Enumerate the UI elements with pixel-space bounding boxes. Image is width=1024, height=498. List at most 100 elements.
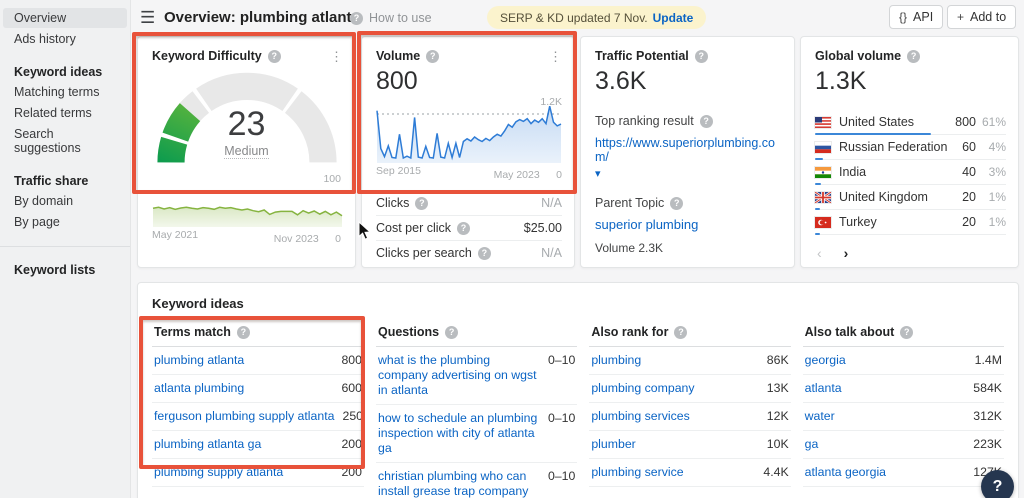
keyword-link[interactable]: ga (805, 437, 819, 452)
keyword-row: ferguson plumbing supply atlanta 250 (152, 403, 364, 431)
traffic-potential-title: Traffic Potential (595, 49, 689, 63)
keyword-volume: 200 (341, 465, 362, 479)
keyword-link[interactable]: georgia (805, 353, 846, 368)
help-circle-icon[interactable]: ? (457, 222, 470, 235)
keyword-link[interactable]: plumbing supply atlanta (154, 465, 283, 480)
sidebar-item-matching-terms[interactable]: Matching terms (0, 82, 130, 102)
keyword-ideas-title: Keyword ideas (152, 296, 1004, 311)
also-rank-for-title: Also rank for (591, 325, 668, 339)
also-talk-about-title: Also talk about (805, 325, 895, 339)
help-circle-icon[interactable]: ? (426, 50, 439, 63)
help-circle-icon[interactable]: ? (478, 247, 491, 260)
keyword-link[interactable]: plumbing atlanta ga (154, 437, 261, 452)
country-name: Russian Federation (839, 140, 947, 154)
sidebar-item-overview[interactable]: Overview (3, 8, 127, 28)
parent-topic-link[interactable]: superior plumbing (595, 217, 698, 232)
uk-flag-icon (815, 192, 831, 203)
help-circle-icon[interactable]: ? (415, 197, 428, 210)
sidebar-item-by-domain[interactable]: By domain (0, 191, 130, 211)
plus-icon: + (957, 10, 964, 24)
sidebar-item-ads-history[interactable]: Ads history (0, 29, 130, 49)
view-all-also-rank-for[interactable]: View all 1,101 › (589, 487, 790, 498)
view-all-also-talk-about[interactable]: View all 170 › (803, 487, 1004, 498)
help-circle-icon[interactable]: ? (237, 326, 250, 339)
keyword-link[interactable]: atlanta plumbing (154, 381, 244, 396)
view-all-terms-match[interactable]: View all 937 › (152, 487, 364, 498)
help-circle-icon[interactable]: ? (268, 50, 281, 63)
kd-history-x-end: Nov 2023 (274, 233, 319, 245)
add-to-button-label: Add to (970, 10, 1006, 24)
india-flag-icon (815, 167, 831, 178)
sidebar-item-related-terms[interactable]: Related terms (0, 103, 130, 123)
kebab-menu-icon[interactable]: ⋮ (549, 51, 562, 62)
top-ranking-result-link[interactable]: https://www.superiorplumbing.com/ (595, 136, 780, 164)
country-row-united-states: United States 800 61% (815, 110, 1006, 135)
help-circle-icon[interactable]: ? (695, 50, 708, 63)
keyword-link[interactable]: atlanta (805, 381, 842, 396)
keyword-link[interactable]: plumbing service (591, 465, 683, 480)
keyword-row: atlanta plumbing 600 (152, 375, 364, 403)
sidebar-divider (0, 246, 130, 247)
keyword-volume: 250 (342, 409, 363, 423)
help-circle-icon[interactable]: ? (445, 326, 458, 339)
serp-update-text: SERP & KD updated 7 Nov. (500, 11, 648, 25)
clicks-metric-row: Clicks ? N/A (376, 190, 562, 215)
keyword-link[interactable]: water (805, 409, 835, 424)
how-to-use-link[interactable]: ? How to use (344, 11, 432, 25)
country-name: United Kingdom (839, 190, 928, 204)
add-to-button[interactable]: + Add to (947, 5, 1016, 29)
sidebar: Overview Ads history Keyword ideas Match… (0, 0, 131, 498)
help-circle-icon[interactable]: ? (674, 326, 687, 339)
global-volume-card: Global volume ? 1.3K United States 800 6… (800, 36, 1019, 268)
keyword-row: plumbing service 4.4K (589, 459, 790, 487)
country-row-india: India 40 3% (815, 160, 1006, 185)
update-link[interactable]: Update (653, 11, 694, 25)
menu-hamburger-icon[interactable]: ☰ (140, 8, 155, 28)
how-to-use-label: How to use (369, 11, 432, 25)
keyword-link[interactable]: ferguson plumbing supply atlanta (154, 409, 334, 424)
kebab-menu-icon[interactable]: ⋮ (330, 51, 343, 62)
keyword-volume: 312K (973, 409, 1002, 423)
keyword-row: water 312K (803, 403, 1004, 431)
also-rank-for-column: Also rank for ? plumbing 86K plumbing co… (589, 323, 790, 498)
parent-topic-label: Parent Topic (595, 196, 664, 210)
api-button[interactable]: {} API (889, 5, 943, 29)
help-circle-icon[interactable]: ? (700, 115, 713, 128)
traffic-potential-value: 3.6K (595, 67, 780, 96)
country-volume: 20 (962, 215, 976, 229)
keyword-row: christian plumbing who can install greas… (376, 463, 577, 498)
clicks-value: N/A (541, 196, 562, 210)
sidebar-item-by-page[interactable]: By page (0, 212, 130, 232)
pager-next-icon[interactable]: › (844, 245, 849, 261)
keyword-link[interactable]: christian plumbing who can install greas… (378, 469, 540, 498)
serp-update-badge: SERP & KD updated 7 Nov. Update (487, 6, 706, 29)
keyword-link[interactable]: plumbing services (591, 409, 689, 424)
volume-history-chart (376, 98, 562, 164)
pager-prev-icon[interactable]: ‹ (817, 245, 822, 261)
help-fab-button[interactable]: ? (981, 470, 1014, 498)
country-name: Turkey (839, 215, 877, 229)
country-volume: 800 (955, 115, 976, 129)
keyword-link[interactable]: plumbing (591, 353, 641, 368)
help-icon: ? (993, 478, 1003, 496)
keyword-ideas-card: Keyword ideas Terms match ? plumbing atl… (137, 282, 1019, 498)
country-volume-bar (815, 233, 820, 235)
help-circle-icon[interactable]: ? (907, 50, 920, 63)
top-ranking-result-label: Top ranking result (595, 114, 694, 128)
help-circle-icon[interactable]: ? (900, 326, 913, 339)
keyword-volume: 86K (767, 353, 789, 367)
keyword-link[interactable]: plumbing company (591, 381, 694, 396)
country-volume: 60 (962, 140, 976, 154)
keyword-link[interactable]: plumbing atlanta (154, 353, 244, 368)
sidebar-item-search-suggestions[interactable]: Search suggestions (0, 124, 130, 158)
turkey-flag-icon (815, 217, 831, 228)
country-percent: 3% (976, 165, 1006, 179)
keyword-volume: 200 (341, 437, 362, 451)
keyword-link[interactable]: how to schedule an plumbing inspection w… (378, 411, 540, 456)
keyword-link[interactable]: plumber (591, 437, 635, 452)
expand-caret-icon[interactable]: ▾ (595, 167, 601, 180)
also-talk-about-column: Also talk about ? georgia 1.4M atlanta 5… (803, 323, 1004, 498)
keyword-link[interactable]: what is the plumbing company advertising… (378, 353, 540, 398)
keyword-link[interactable]: atlanta georgia (805, 465, 886, 480)
help-circle-icon[interactable]: ? (670, 197, 683, 210)
